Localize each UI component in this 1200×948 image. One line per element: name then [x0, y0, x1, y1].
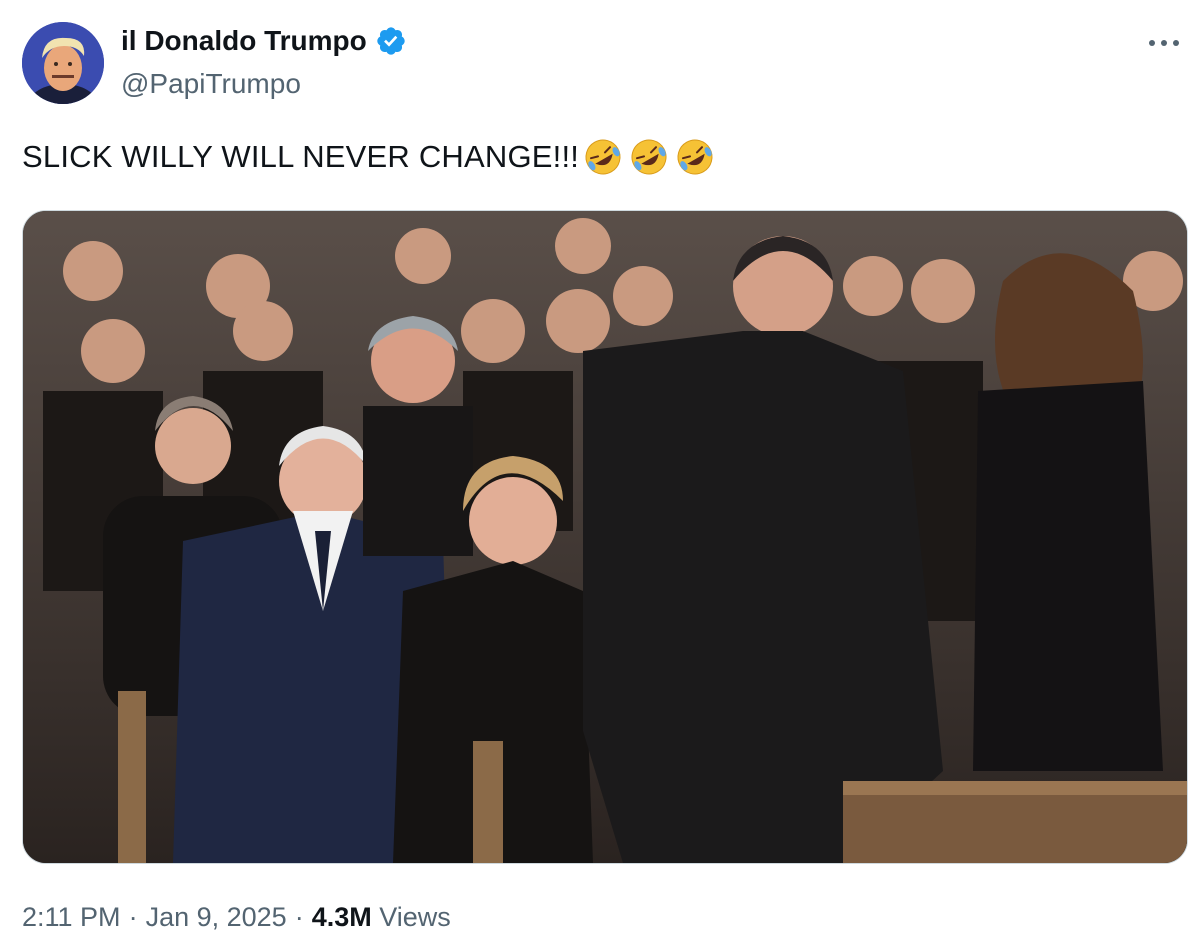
views-stat[interactable]: 4.3M Views — [312, 902, 451, 933]
views-count: 4.3M — [311, 902, 372, 932]
author-avatar[interactable] — [22, 22, 104, 104]
rolling-on-floor-laughing-icon — [677, 139, 713, 175]
meta-separator: · — [128, 902, 138, 932]
verified-badge-icon[interactable] — [375, 25, 407, 57]
more-options-icon[interactable] — [1144, 28, 1184, 58]
author-display-name[interactable]: il Donaldo Trumpo — [121, 25, 367, 57]
author-handle[interactable]: @PapiTrumpo — [121, 68, 301, 100]
tweet-meta: 2:11 PM · Jan 9, 2025 · 4.3M Views — [22, 902, 451, 933]
avatar-photo — [22, 22, 104, 104]
views-label: Views — [379, 902, 451, 932]
tweet-date[interactable]: Jan 9, 2025 — [146, 902, 287, 933]
tweet-time[interactable]: 2:11 PM — [22, 902, 121, 933]
tweet-text-body: SLICK WILLY WILL NEVER CHANGE!!! — [22, 139, 580, 174]
meta-separator: · — [294, 902, 304, 932]
tweet-text: SLICK WILLY WILL NEVER CHANGE!!! — [22, 137, 715, 177]
rolling-on-floor-laughing-icon — [585, 139, 621, 175]
event-photo — [23, 211, 1187, 863]
tweet-media-photo[interactable] — [22, 210, 1188, 864]
rolling-on-floor-laughing-icon — [631, 139, 667, 175]
